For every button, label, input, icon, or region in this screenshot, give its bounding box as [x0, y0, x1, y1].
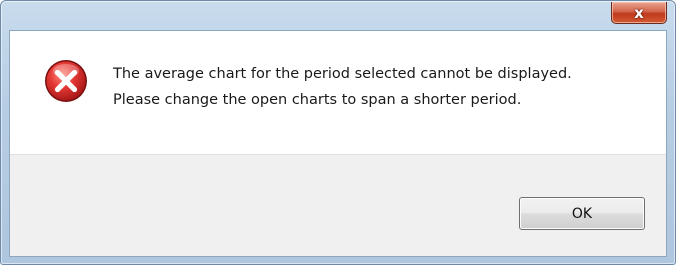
title-bar[interactable]: x: [1, 1, 675, 29]
close-icon: x: [634, 3, 644, 22]
close-button[interactable]: x: [611, 2, 667, 24]
error-message: The average chart for the period selecte…: [113, 61, 643, 113]
error-icon: [45, 60, 87, 102]
ok-button[interactable]: OK: [519, 197, 645, 230]
message-line-1: The average chart for the period selecte…: [113, 66, 572, 82]
ok-button-label: OK: [571, 205, 593, 222]
message-line-2: Please change the open charts to span a …: [113, 92, 522, 108]
dialog-window: x The average chart for the period selec…: [0, 0, 676, 265]
